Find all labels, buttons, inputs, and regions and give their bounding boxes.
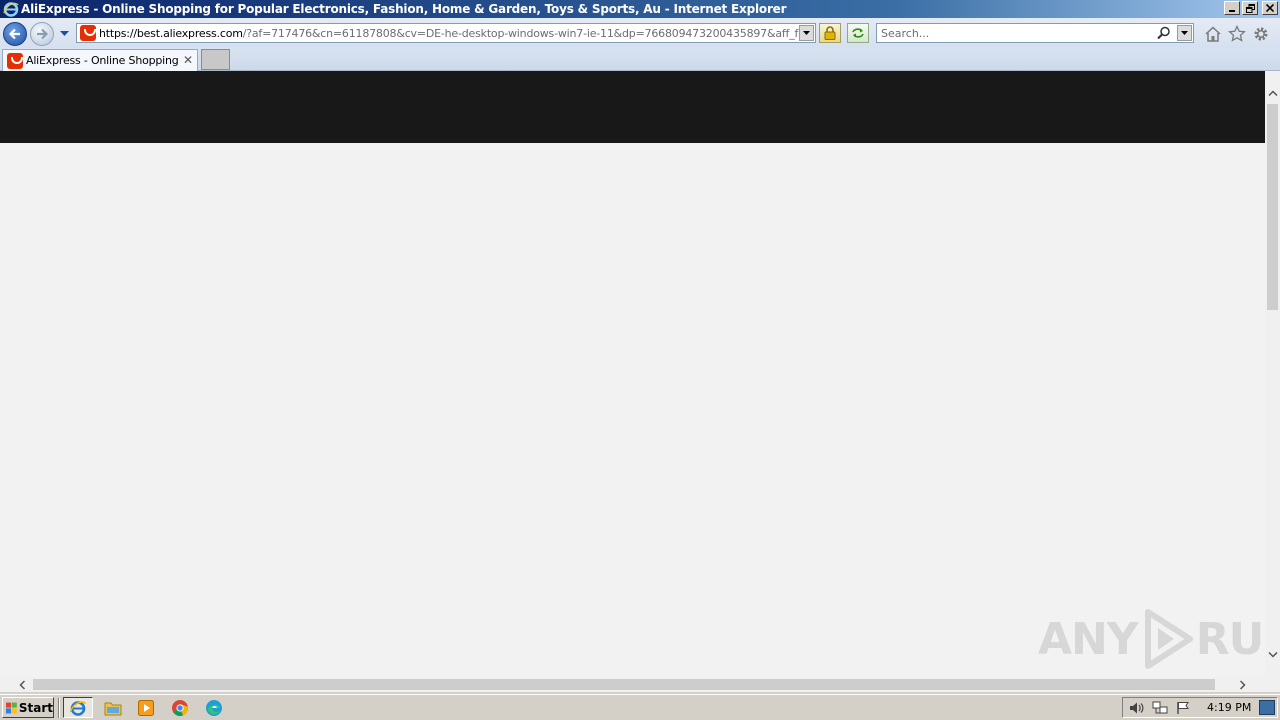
tools-button[interactable] [1252,25,1270,43]
chevron-down-icon [1181,31,1188,35]
taskbar-file-explorer[interactable] [98,697,128,718]
minimize-icon [1229,10,1235,12]
tab-title: AliExpress - Online Shopping ... [26,54,181,67]
restore-icon [1245,3,1255,13]
taskbar: Start 4:19 PM [0,694,1280,720]
tab-close-button[interactable]: ✕ [183,53,193,67]
chevron-down-icon [803,31,810,35]
gear-icon [1254,27,1268,41]
internet-explorer-icon [69,700,87,716]
taskbar-media-player[interactable] [131,697,161,718]
taskbar-internet-explorer[interactable] [63,697,93,718]
back-button[interactable] [3,22,27,46]
favorites-button[interactable] [1228,25,1246,43]
page-content: ANY RUN [0,71,1265,677]
watermark-text-right: RUN [1195,613,1265,665]
back-arrow-icon [8,28,20,40]
system-tray: 4:19 PM [1122,697,1278,718]
tab-aliexpress[interactable]: AliExpress - Online Shopping ... ✕ [2,49,198,71]
site-header [0,71,1265,143]
aliexpress-favicon-icon [80,25,96,41]
address-bar[interactable]: https://best.aliexpress.com/?af=717476&c… [76,23,816,43]
anyrun-watermark: ANY RUN [1038,608,1265,670]
play-logo-icon [1144,609,1193,669]
url-text[interactable]: https://best.aliexpress.com/?af=717476&c… [99,27,799,40]
network-button[interactable] [1151,700,1169,716]
history-dropdown[interactable] [59,29,69,39]
action-center-button[interactable] [1174,700,1192,716]
show-desktop-button[interactable] [1259,700,1275,715]
aliexpress-favicon-icon [7,52,23,69]
horizontal-scroll-thumb[interactable] [33,679,1215,690]
chevron-left-icon [18,679,25,690]
navigation-bar: https://best.aliexpress.com/?af=717476&c… [0,18,1280,48]
forward-button[interactable] [30,22,54,46]
start-button[interactable]: Start [2,697,54,718]
scroll-down-button[interactable] [1265,647,1280,662]
security-lock-button[interactable] [819,23,841,43]
search-input[interactable] [877,25,1147,41]
toolbar-icons [1204,25,1270,43]
home-icon [1205,26,1221,42]
refresh-button[interactable] [847,23,869,43]
scroll-right-button[interactable] [1235,677,1250,692]
windows-logo-icon [6,702,17,713]
url-query: /?af=717476&cn=61187808&cv=DE-he-desktop… [242,26,799,40]
url-protocol: https://best. [99,26,164,40]
start-label: Start [18,700,53,715]
taskbar-divider [58,698,60,718]
volume-button[interactable] [1128,700,1146,716]
scrollbar-corner [1265,677,1280,692]
scroll-up-button[interactable] [1265,85,1280,100]
horizontal-scrollbar[interactable] [0,677,1265,692]
close-icon [1266,4,1274,12]
refresh-icon [852,28,864,38]
window-controls [1224,1,1278,15]
chrome-icon [172,699,189,716]
media-player-icon [138,699,154,716]
internet-explorer-icon [3,1,19,17]
flag-icon [1177,701,1189,714]
network-icon [1152,701,1168,713]
new-tab-button[interactable] [201,49,230,70]
title-bar[interactable]: AliExpress - Online Shopping for Popular… [0,0,1280,18]
browser-window: AliExpress - Online Shopping for Popular… [0,0,1280,694]
folder-icon [104,702,122,715]
watermark-text-left: ANY [1038,613,1139,665]
chevron-right-icon [1239,679,1246,690]
chevron-up-icon [1267,89,1278,96]
taskbar-edge[interactable] [199,697,229,718]
search-box[interactable] [876,23,1194,43]
clock[interactable]: 4:19 PM [1207,701,1251,714]
lock-icon [824,26,836,40]
chevron-down-icon [1267,651,1278,658]
minimize-button[interactable] [1224,1,1240,15]
search-dropdown-button[interactable] [1177,25,1192,41]
edge-icon [206,699,222,716]
vertical-scrollbar[interactable] [1265,71,1280,677]
address-dropdown-button[interactable] [799,25,814,41]
close-button[interactable] [1262,1,1278,15]
window-title: AliExpress - Online Shopping for Popular… [21,2,787,16]
url-domain: aliexpress.com [163,26,243,40]
search-icon[interactable] [1157,26,1171,40]
vertical-scroll-thumb[interactable] [1267,104,1278,310]
taskbar-chrome[interactable] [165,697,195,718]
speaker-icon [1130,702,1144,713]
home-button[interactable] [1204,25,1222,43]
chevron-down-icon [59,31,69,36]
scroll-left-button[interactable] [14,677,29,692]
forward-arrow-icon [37,28,49,40]
tab-bar: AliExpress - Online Shopping ... ✕ [0,48,1280,71]
star-icon [1228,25,1246,42]
restore-button[interactable] [1242,1,1258,15]
